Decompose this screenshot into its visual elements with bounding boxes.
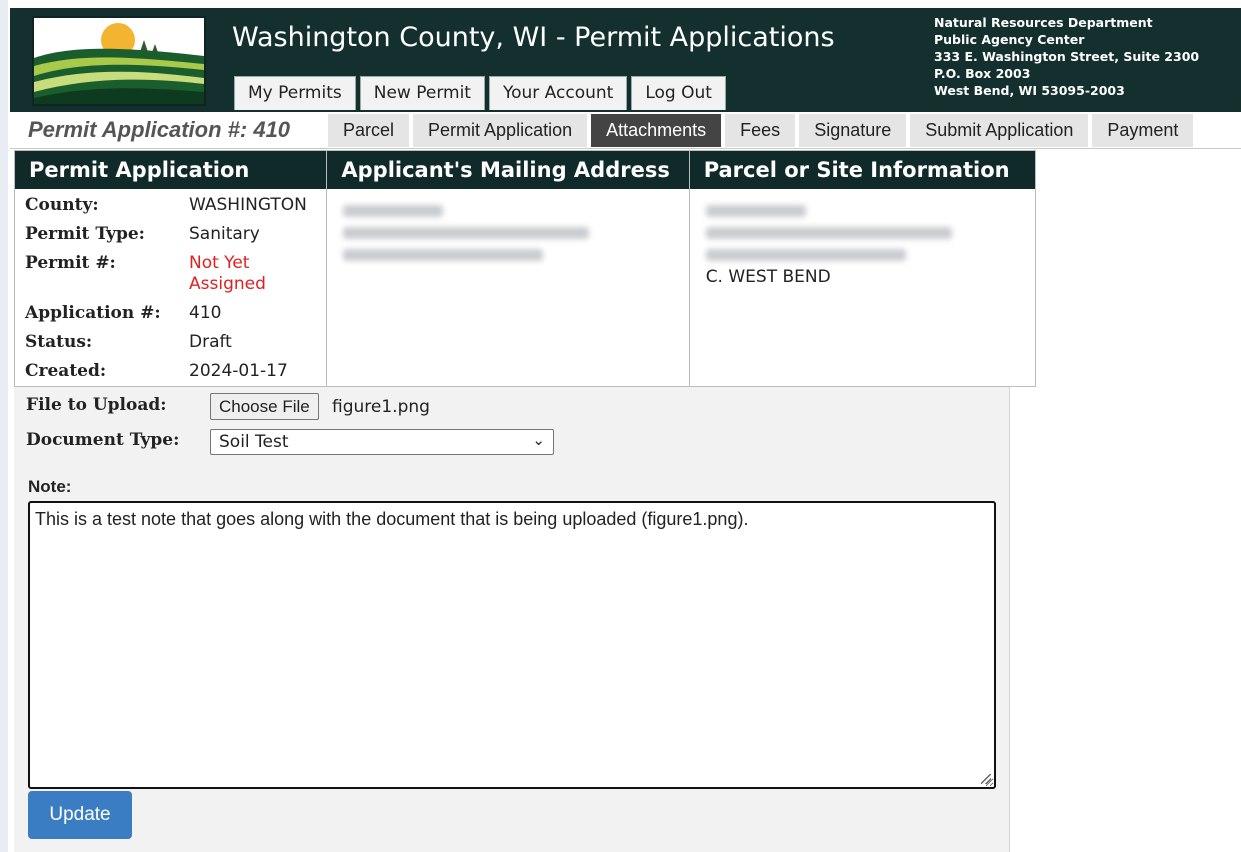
document-type-value: Soil Test (219, 432, 289, 452)
redacted-site-address (690, 189, 1035, 261)
field-label: Application #: (25, 303, 161, 323)
dept-line: 333 E. Washington Street, Suite 2300 (934, 49, 1200, 64)
application-tabs: Parcel Permit Application Attachments Fe… (328, 114, 1194, 147)
tab-submit-application[interactable]: Submit Application (910, 114, 1089, 147)
dept-line: Natural Resources Department (934, 15, 1153, 30)
department-address: Natural Resources Department Public Agen… (934, 14, 1199, 99)
note-label: Note: (28, 477, 72, 496)
redacted-line (343, 227, 590, 239)
top-nav: My Permits New Permit Your Account Log O… (234, 76, 726, 110)
field-label: Created: (25, 361, 107, 381)
window-edge (0, 0, 8, 852)
choose-file-button[interactable]: Choose File (210, 393, 319, 420)
nav-your-account[interactable]: Your Account (488, 76, 628, 110)
application-number-title: Permit Application #: 410 (28, 117, 291, 142)
field-label: Permit #: (25, 253, 116, 273)
field-label: Status: (25, 332, 93, 352)
permit-number-status: Not Yet Assigned (189, 253, 266, 294)
field-value: WASHINGTON (189, 195, 307, 215)
dept-line: Public Agency Center (934, 32, 1085, 47)
nav-new-permit[interactable]: New Permit (359, 76, 485, 110)
tab-parcel[interactable]: Parcel (328, 114, 410, 147)
panel-heading: Parcel or Site Information (689, 151, 1036, 189)
resize-handle-icon[interactable] (981, 774, 991, 784)
selected-file-name: figure1.png (332, 397, 430, 417)
field-value: Sanitary (189, 224, 260, 244)
redacted-line (343, 205, 444, 217)
file-upload-label: File to Upload: (26, 395, 167, 415)
site-title: Washington County, WI - Permit Applicati… (232, 22, 835, 53)
permit-application-panel: Permit Application County: WASHINGTON Per… (15, 151, 328, 386)
nav-log-out[interactable]: Log Out (631, 76, 726, 110)
mailing-address-panel: Applicant's Mailing Address (327, 151, 690, 386)
nav-my-permits[interactable]: My Permits (234, 76, 356, 110)
redacted-line (705, 205, 806, 217)
site-information-panel: Parcel or Site Information C. WEST BEND (689, 151, 1036, 386)
county-logo[interactable] (32, 16, 206, 106)
tab-payment[interactable]: Payment (1092, 114, 1194, 147)
tab-signature[interactable]: Signature (799, 114, 907, 147)
application-tabs-bar: Permit Application #: 410 Parcel Permit … (10, 112, 1241, 149)
dept-line: P.O. Box 2003 (934, 66, 1031, 81)
chevron-down-icon: ⌄ (532, 431, 545, 449)
site-city: C. WEST BEND (705, 267, 831, 287)
panel-heading: Permit Application (15, 151, 327, 189)
redacted-address (327, 189, 688, 261)
redacted-line (705, 249, 906, 261)
document-type-label: Document Type: (26, 430, 180, 450)
tab-attachments[interactable]: Attachments (591, 114, 722, 147)
note-textarea[interactable]: This is a test note that goes along with… (28, 501, 996, 789)
field-label: Permit Type: (25, 224, 145, 244)
field-value: Draft (189, 332, 232, 352)
note-text: This is a test note that goes along with… (35, 509, 749, 529)
field-value: 410 (189, 303, 222, 323)
landscape-logo-icon (34, 18, 204, 104)
update-button[interactable]: Update (28, 791, 132, 839)
panel-heading: Applicant's Mailing Address (327, 151, 689, 189)
redacted-line (343, 249, 544, 261)
document-type-select[interactable]: Soil Test ⌄ (210, 429, 554, 455)
site-header: Washington County, WI - Permit Applicati… (10, 8, 1241, 112)
redacted-line (705, 227, 952, 239)
field-label: County: (25, 195, 99, 215)
attachment-form: File to Upload: Choose File figure1.png … (14, 387, 1010, 852)
tab-fees[interactable]: Fees (725, 114, 796, 147)
summary-panels: Permit Application County: WASHINGTON Per… (14, 150, 1036, 387)
dept-line: West Bend, WI 53095-2003 (934, 83, 1125, 98)
permit-info-table: County: WASHINGTON Permit Type: Sanitary P… (25, 195, 307, 382)
field-value: 2024-01-17 (189, 361, 288, 381)
tab-permit-application[interactable]: Permit Application (413, 114, 588, 147)
